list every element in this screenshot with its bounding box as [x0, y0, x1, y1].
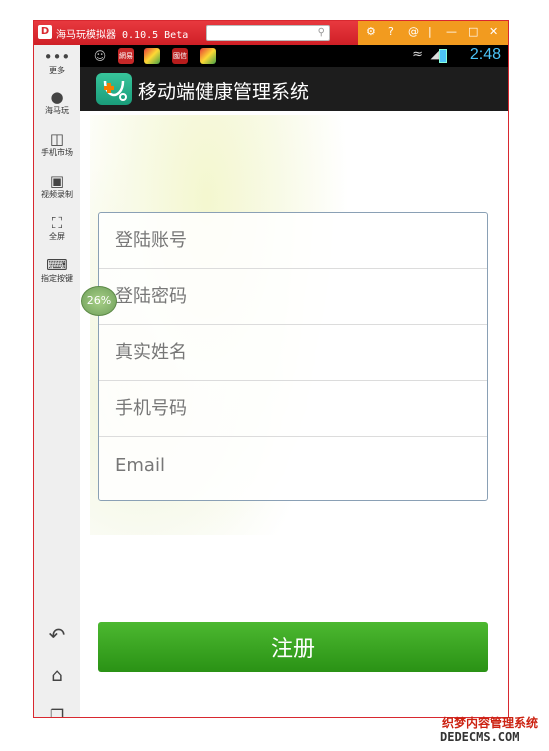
- notification-netease-icon: 網易: [118, 48, 134, 64]
- sidebar-more[interactable]: ••• 更多: [34, 49, 80, 76]
- wifi-icon: ≈: [412, 47, 423, 62]
- home-icon: ⌂: [51, 665, 63, 686]
- notification-app-icon-2: [200, 48, 216, 64]
- window-controls: ⚙ ? @ | — □ ✕: [358, 21, 508, 45]
- signal-icon: ◢: [430, 48, 439, 61]
- help-icon[interactable]: ?: [388, 25, 394, 38]
- search-icon[interactable]: ⚲: [318, 27, 325, 38]
- battery-icon: [439, 49, 447, 63]
- notification-guoxin-icon: 國信: [172, 48, 188, 64]
- password-input[interactable]: [115, 269, 475, 324]
- notification-mask-icon: ☺: [93, 49, 107, 63]
- android-screen: ☺ 網易 國信 ≈ ◢ 2:48 移动端健康管理系统 登陆账号 真实姓名 手机号…: [80, 45, 508, 717]
- settings-icon[interactable]: ⚙: [366, 25, 376, 38]
- emulator-sidebar: ••• 更多 ● 海马玩 ◫ 手机市场 ▣ 视频录制 ⛶ 全屏 ⌨ 指定按键 ↶…: [34, 45, 80, 718]
- account-input[interactable]: [115, 213, 475, 268]
- fullscreen-icon: ⛶: [51, 214, 63, 232]
- sidebar-item-market[interactable]: ◫ 手机市场: [34, 131, 80, 158]
- watermark-title: 织梦内容管理系统: [442, 716, 539, 730]
- haima-icon: ●: [50, 88, 64, 106]
- password-field-row: [99, 269, 487, 325]
- more-dots-icon: •••: [43, 48, 71, 66]
- phone-input[interactable]: [115, 381, 475, 436]
- realname-field-row: [99, 325, 487, 381]
- realname-input[interactable]: [115, 325, 475, 380]
- market-icon: ◫: [49, 130, 65, 148]
- progress-badge[interactable]: 26%: [81, 286, 117, 316]
- sidebar-item-keymap[interactable]: ⌨ 指定按键: [34, 257, 80, 284]
- phone-field-row: [99, 381, 487, 437]
- app-action-bar: 移动端健康管理系统: [80, 67, 508, 111]
- account-field-row: [99, 213, 487, 269]
- register-button[interactable]: 注册: [98, 622, 488, 672]
- minimize-icon[interactable]: —: [446, 25, 457, 38]
- recent-apps-icon: ❐: [49, 706, 65, 718]
- back-button[interactable]: ↶: [34, 623, 80, 647]
- recent-apps-button[interactable]: ❐: [34, 706, 80, 718]
- back-arrow-icon: ↶: [48, 623, 66, 647]
- email-field-row: [99, 437, 487, 501]
- health-app-logo-icon: [96, 73, 132, 105]
- clock: 2:48: [469, 46, 501, 63]
- emulator-window: D 海马玩模拟器 0.10.5 Beta ⚲ ⚙ ? @ | — □ ✕ •••…: [33, 20, 509, 718]
- sidebar-item-haima[interactable]: ● 海马玩: [34, 89, 80, 116]
- video-record-icon: ▣: [49, 172, 65, 190]
- registration-form: [98, 212, 488, 501]
- watermark-url: DEDECMS.COM: [440, 730, 520, 744]
- notification-app-icon: [144, 48, 160, 64]
- divider: |: [428, 25, 432, 38]
- sidebar-item-video-record[interactable]: ▣ 视频录制: [34, 173, 80, 200]
- maximize-icon[interactable]: □: [468, 25, 478, 38]
- sidebar-item-fullscreen[interactable]: ⛶ 全屏: [34, 215, 80, 242]
- email-input[interactable]: [115, 437, 475, 493]
- at-icon[interactable]: @: [408, 25, 419, 38]
- keymap-icon: ⌨: [46, 256, 68, 274]
- emulator-logo-icon: D: [38, 25, 52, 39]
- app-title: 移动端健康管理系统: [138, 81, 310, 103]
- emulator-title: 海马玩模拟器 0.10.5 Beta: [56, 30, 189, 41]
- emulator-titlebar: D 海马玩模拟器 0.10.5 Beta ⚲ ⚙ ? @ | — □ ✕: [34, 21, 508, 45]
- status-bar: ☺ 網易 國信 ≈ ◢ 2:48: [80, 45, 508, 67]
- close-icon[interactable]: ✕: [489, 25, 498, 38]
- emulator-search-input[interactable]: ⚲: [206, 25, 330, 41]
- home-button[interactable]: ⌂: [34, 665, 80, 686]
